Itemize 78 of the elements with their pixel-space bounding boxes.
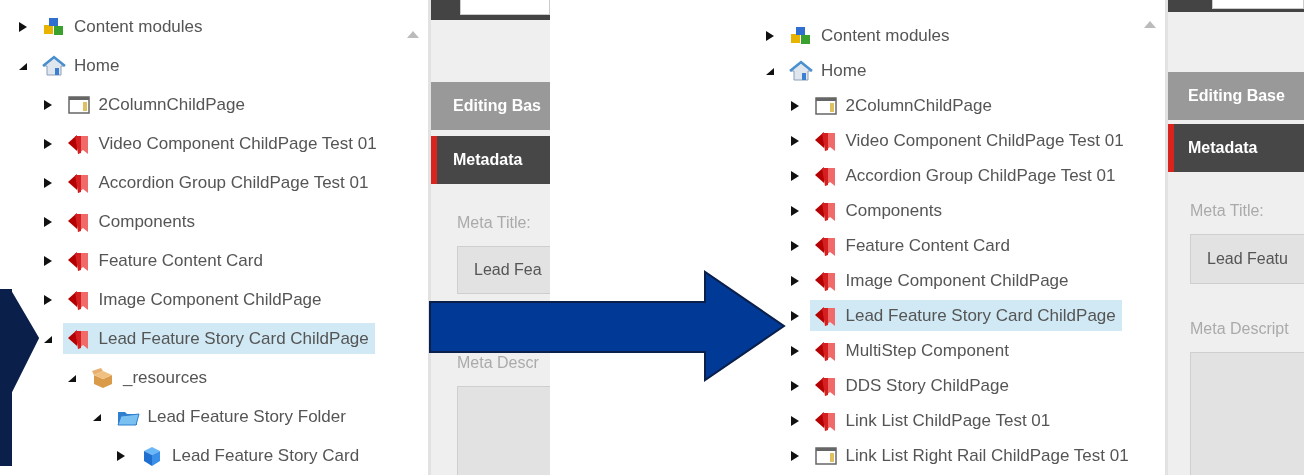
input-field[interactable]: Lead Featu: [1190, 234, 1304, 284]
editor-tab[interactable]: Metadata: [431, 136, 550, 184]
field-label: Meta Descript: [1190, 320, 1289, 338]
tree-item[interactable]: Feature Content Card: [62, 245, 269, 276]
tree-item[interactable]: Lead Feature Story Card: [136, 440, 366, 471]
bookmark-icon: [813, 409, 838, 432]
tree-toggle[interactable]: [116, 449, 126, 462]
tree-item[interactable]: Components: [809, 195, 948, 226]
window-icon: [813, 444, 838, 467]
search-field[interactable]: [460, 0, 550, 15]
search-field[interactable]: [1212, 0, 1304, 9]
bookmark-icon: [813, 129, 838, 152]
tree-item[interactable]: Lead Feature Story Card ChildPage: [809, 300, 1122, 331]
tree-item[interactable]: Image Component ChildPage: [62, 284, 328, 315]
tree-item[interactable]: 2ColumnChildPage: [809, 90, 998, 121]
tree-item[interactable]: MultiStep Component: [809, 335, 1015, 366]
tree-item[interactable]: Content modules: [38, 11, 209, 42]
tree-toggle[interactable]: [789, 134, 800, 147]
tree-item[interactable]: _resources: [87, 362, 214, 393]
bookmark-icon: [813, 339, 838, 362]
tree-toggle[interactable]: [42, 293, 53, 306]
field-label: Meta Descr: [457, 354, 539, 372]
bookmark-icon: [66, 210, 91, 233]
tree-item[interactable]: Image Component ChildPage: [809, 265, 1075, 296]
window-icon: [66, 93, 91, 116]
tree-toggle[interactable]: [42, 98, 53, 111]
field-label: Meta Title:: [457, 214, 531, 232]
tree-toggle[interactable]: [789, 379, 800, 392]
tree-item[interactable]: Video Component ChildPage Test 01: [809, 125, 1130, 156]
tree-toggle[interactable]: [42, 254, 53, 267]
tree-toggle[interactable]: [789, 204, 800, 217]
modules-icon: [789, 24, 813, 47]
bookmark-icon: [66, 288, 91, 311]
tree-toggle[interactable]: [789, 414, 800, 427]
tree-toggle[interactable]: [789, 309, 800, 322]
box-icon: [91, 366, 115, 389]
tree-toggle[interactable]: [789, 239, 800, 252]
field-label: Meta Title:: [1190, 202, 1264, 220]
tree-item[interactable]: 2ColumnChildPage: [62, 89, 251, 120]
bookmark-icon: [813, 234, 838, 257]
tree-item[interactable]: Link List ChildPage Test 01: [809, 405, 1057, 436]
house-icon: [789, 59, 813, 82]
editor-tab[interactable]: Metadata: [1168, 124, 1304, 172]
bookmark-icon: [66, 171, 91, 194]
bookmark-icon: [813, 304, 838, 327]
tree-toggle[interactable]: [789, 169, 800, 182]
tree-toggle[interactable]: [765, 29, 775, 42]
tree-item[interactable]: Accordion Group ChildPage Test 01: [62, 167, 375, 198]
tree-toggle[interactable]: [42, 176, 53, 189]
tree-toggle[interactable]: [42, 215, 53, 228]
bookmark-icon: [813, 269, 838, 292]
tree-toggle[interactable]: [789, 449, 800, 462]
tree-item[interactable]: Feature Content Card: [809, 230, 1016, 261]
bookmark-icon: [66, 249, 91, 272]
bookmark-icon: [813, 164, 838, 187]
tree-toggle[interactable]: [789, 99, 800, 112]
bookmark-icon: [813, 374, 838, 397]
tree-item[interactable]: Home: [785, 55, 873, 86]
modules-icon: [42, 15, 66, 38]
window-icon: [813, 94, 838, 117]
tree-item[interactable]: Accordion Group ChildPage Test 01: [809, 160, 1122, 191]
input-field[interactable]: Lead Fea: [457, 246, 550, 294]
tree-item[interactable]: Lead Feature Story Folder: [111, 401, 352, 432]
tree-toggle[interactable]: [18, 20, 28, 33]
bookmark-icon: [66, 132, 91, 155]
tree-item[interactable]: Link List Right Rail ChildPage Test 01: [809, 440, 1135, 471]
tree-item[interactable]: DDS Story ChildPage: [809, 370, 1015, 401]
bookmark-icon: [66, 327, 91, 350]
tree-item[interactable]: Video Component ChildPage Test 01: [62, 128, 383, 159]
tree-item[interactable]: Lead Feature Story Card ChildPage: [62, 323, 375, 354]
tree-toggle[interactable]: [42, 137, 53, 150]
tree-toggle[interactable]: [789, 274, 800, 287]
tree-item[interactable]: Content modules: [785, 20, 956, 51]
tree-item[interactable]: Home: [38, 50, 126, 81]
tree-toggle[interactable]: [789, 344, 800, 357]
tree-item[interactable]: Components: [62, 206, 201, 237]
house-icon: [42, 54, 66, 77]
bookmark-icon: [813, 199, 838, 222]
